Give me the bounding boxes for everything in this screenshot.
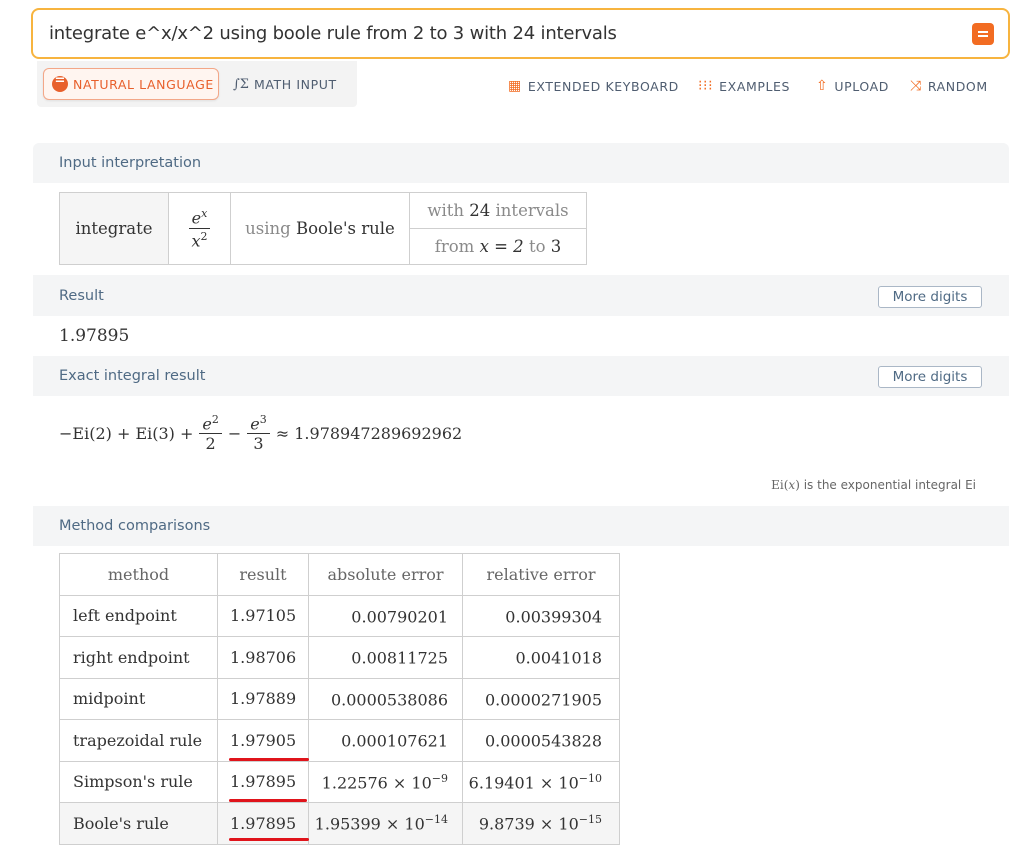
random-button[interactable]: ⤨ RANDOM — [910, 78, 988, 94]
table-row: left endpoint 1.97105 0.00790201 0.00399304 — [59, 594, 620, 637]
table-cell-result: 1.97889 — [217, 677, 309, 720]
table-cell-method: left endpoint — [59, 594, 218, 637]
search-input[interactable]: integrate e^x/x^2 using boole rule from … — [49, 23, 617, 44]
interp-range: from x = 2 to 3 — [409, 228, 587, 265]
random-label: RANDOM — [927, 78, 988, 94]
table-cell-method: midpoint — [59, 677, 218, 720]
interp-intervals: with 24 intervals — [409, 192, 587, 229]
col-result: result — [217, 553, 309, 596]
ei-fn: Ei( — [771, 478, 789, 492]
table-cell-method: Simpson's rule — [59, 760, 218, 803]
examples-label: EXAMPLES — [719, 78, 791, 94]
table-row: Simpson's rule 1.97895 1.22576 × 10−9 6.194… — [59, 760, 620, 803]
table-row: Boole's rule 1.97895 1.95399 × 10−14 9.8739… — [59, 802, 620, 845]
extended-keyboard-label: EXTENDED KEYBOARD — [527, 78, 679, 94]
upload-label: UPLOAD — [834, 78, 889, 94]
interp-integrand: ex x2 — [168, 192, 231, 265]
integrand-numerator: ex — [188, 207, 211, 229]
ei-footnote: Ei(x) is the exponential integral Ei — [771, 478, 976, 492]
table-cell-rel: 0.00399304 — [462, 594, 620, 637]
exact-prefix: −Ei(2) + Ei(3) + — [59, 423, 194, 443]
table-cell-rel: 6.19401 × 10−10 — [462, 760, 620, 803]
col-method: method — [59, 553, 218, 596]
interp-integrate-text: integrate — [75, 219, 153, 238]
table-row: midpoint 1.97889 0.0000538086 0.0000271905 — [59, 677, 620, 720]
result-more-digits-button[interactable]: More digits — [878, 286, 982, 308]
pod-input-interpretation: integrate ex x2 using Boole's rule with … — [33, 183, 1009, 275]
table-cell-rel: 0.0000543828 — [462, 719, 620, 762]
pod-result: 1.97895 — [33, 316, 1009, 356]
table-cell-method: Boole's rule — [59, 802, 218, 845]
compute-icon[interactable] — [972, 23, 994, 45]
extended-keyboard-button[interactable]: ▦ EXTENDED KEYBOARD — [508, 78, 679, 94]
upload-icon: ⇧ — [816, 78, 829, 94]
toolbar: ▦ EXTENDED KEYBOARD ⁝⁝⁝ EXAMPLES ⇧ UPLOA… — [0, 78, 1014, 98]
annotation-underline-3 — [229, 838, 309, 841]
upload-button[interactable]: ⇧ UPLOAD — [816, 78, 889, 94]
table-cell-rel: 0.0000271905 — [462, 677, 620, 720]
table-cell-rel: 9.8739 × 10−15 — [462, 802, 620, 845]
table-cell-result: 1.97895 — [217, 760, 309, 803]
table-cell-abs: 0.00790201 — [308, 594, 463, 637]
with-word: with — [427, 201, 465, 220]
table-row: right endpoint 1.98706 0.00811725 0.0041018 — [59, 636, 620, 679]
using-word: using — [245, 219, 291, 238]
exact-fraction-2: e3 3 — [247, 413, 270, 453]
table-cell-abs: 1.22576 × 10−9 — [308, 760, 463, 803]
exact-fraction-1: e2 2 — [199, 413, 222, 453]
table-cell-rel: 0.0041018 — [462, 636, 620, 679]
table-cell-result: 1.98706 — [217, 636, 309, 679]
intervals-word: intervals — [495, 201, 569, 220]
ei-note-text: is the exponential integral Ei — [803, 478, 976, 492]
interp-integrate: integrate — [59, 192, 169, 265]
table-cell-result: 1.97105 — [217, 594, 309, 637]
result-value: 1.97895 — [59, 326, 130, 346]
pod-title-result: Result — [59, 288, 104, 304]
table-row: trapezoidal rule 1.97905 0.000107621 0.0000… — [59, 719, 620, 762]
integrand-denominator: x2 — [191, 230, 208, 251]
table-cell-abs: 0.0000538086 — [308, 677, 463, 720]
exact-minus: − — [227, 423, 242, 443]
table-cell-abs: 1.95399 × 10−14 — [308, 802, 463, 845]
pod-title-exact: Exact integral result — [59, 368, 206, 384]
range-end: 3 — [550, 237, 562, 256]
range-start: x = 2 — [479, 237, 524, 256]
shuffle-icon: ⤨ — [910, 78, 922, 94]
from-word: from — [434, 237, 475, 256]
table-cell-method: trapezoidal rule — [59, 719, 218, 762]
table-cell-abs: 0.00811725 — [308, 636, 463, 679]
exact-approx: ≈ 1.978947289692962 — [275, 423, 463, 443]
annotation-underline-1 — [229, 758, 309, 761]
method-name: Boole's rule — [295, 219, 395, 238]
pod-title-methods: Method comparisons — [59, 518, 211, 534]
col-relative-error: relative error — [462, 553, 620, 596]
pod-title-input-interpretation: Input interpretation — [59, 155, 202, 171]
table-cell-method: right endpoint — [59, 636, 218, 679]
results-panel: Input interpretation integrate ex x2 usi… — [33, 143, 1009, 854]
method-comparison-table: method result absolute error relative er… — [59, 553, 620, 845]
pod-exact-result: −Ei(2) + Ei(3) + e2 2 − e3 3 ≈ 1.9789472… — [33, 396, 1009, 506]
col-absolute-error: absolute error — [308, 553, 463, 596]
to-word: to — [528, 237, 546, 256]
grid-dots-icon: ⁝⁝⁝ — [698, 78, 714, 94]
search-bar[interactable]: integrate e^x/x^2 using boole rule from … — [31, 8, 1010, 59]
annotation-underline-2 — [229, 799, 307, 802]
table-cell-result: 1.97905 — [217, 719, 309, 762]
table-cell-abs: 0.000107621 — [308, 719, 463, 762]
interp-method: using Boole's rule — [230, 192, 410, 265]
ei-close: ) — [795, 478, 800, 492]
keyboard-icon: ▦ — [508, 78, 522, 94]
examples-button[interactable]: ⁝⁝⁝ EXAMPLES — [698, 78, 790, 94]
exact-more-digits-button[interactable]: More digits — [878, 366, 982, 388]
intervals-count: 24 — [469, 201, 491, 220]
exact-expression: −Ei(2) + Ei(3) + e2 2 − e3 3 ≈ 1.9789472… — [59, 403, 462, 463]
